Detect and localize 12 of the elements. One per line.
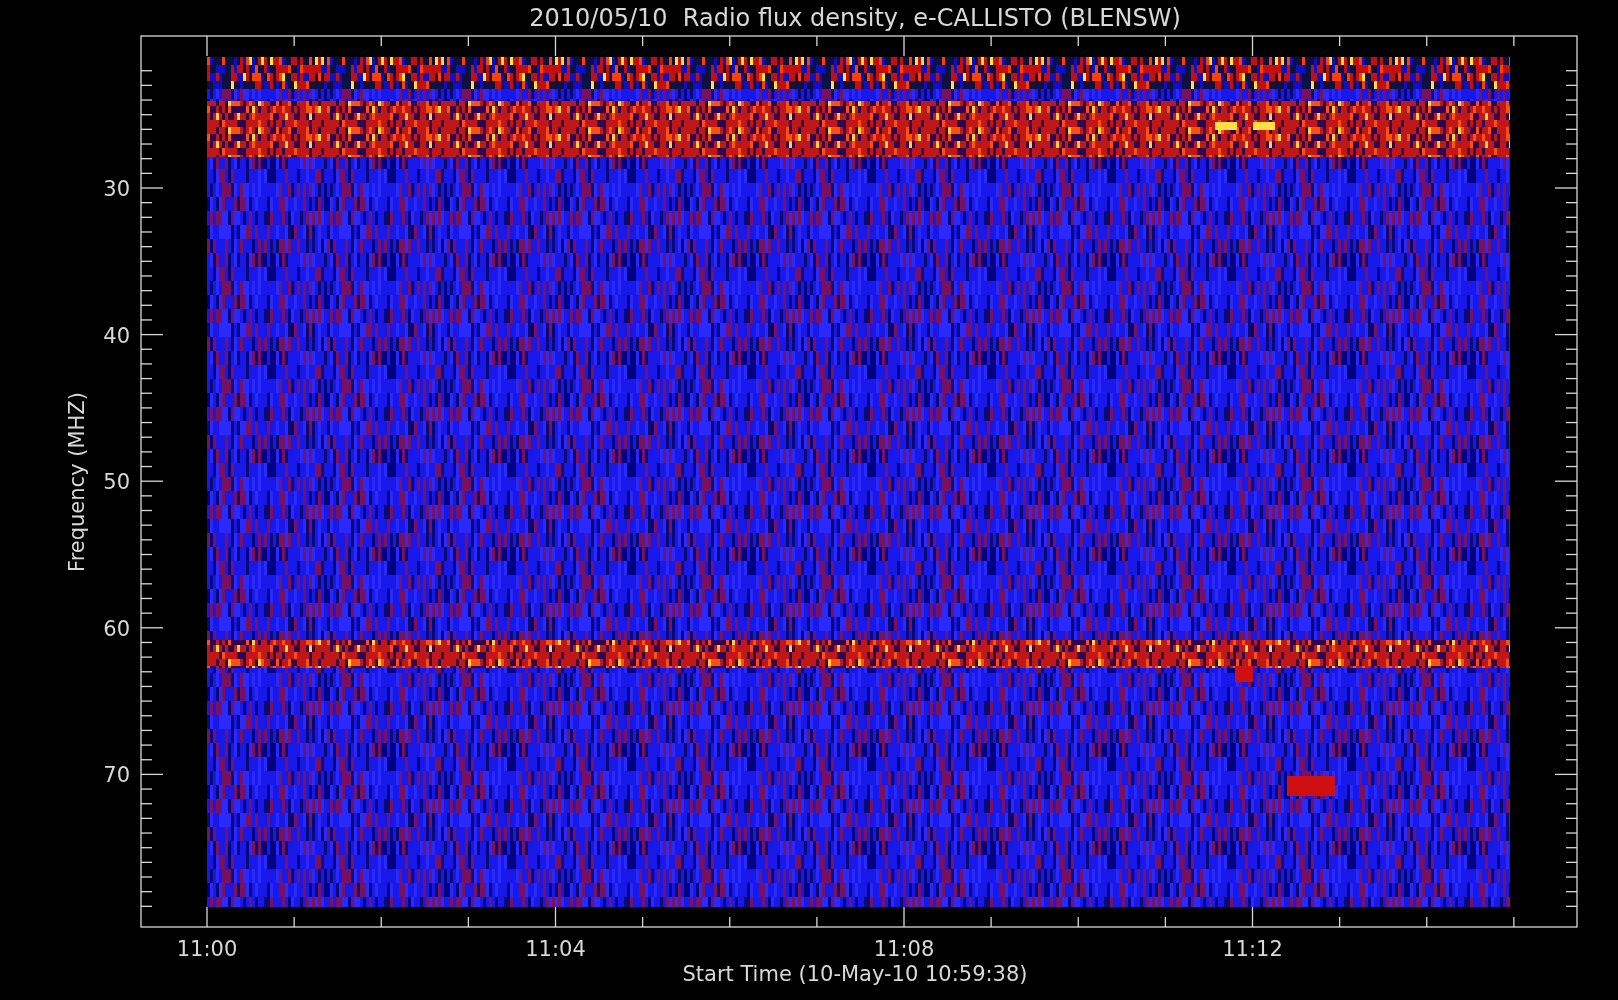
x-tick-label: 11:00 <box>176 937 238 961</box>
y-tick-label: 70 <box>103 763 130 788</box>
x-tick-label: 11:08 <box>873 937 935 961</box>
y-axis-label: Frequency (MHZ) <box>65 392 89 572</box>
x-axis-label: Start Time (10-May-10 10:59:38) <box>682 962 1028 986</box>
chart-title: 2010/05/10 Radio flux density, e-CALLISTO (BLENSW) <box>529 4 1181 32</box>
x-tick-label: 11:12 <box>1222 937 1283 961</box>
y-tick-label: 40 <box>103 323 130 348</box>
x-tick-label: 11:04 <box>525 937 586 961</box>
y-tick-label: 30 <box>103 177 130 201</box>
y-tick-label: 60 <box>103 616 130 641</box>
y-tick-label: 50 <box>103 470 130 495</box>
